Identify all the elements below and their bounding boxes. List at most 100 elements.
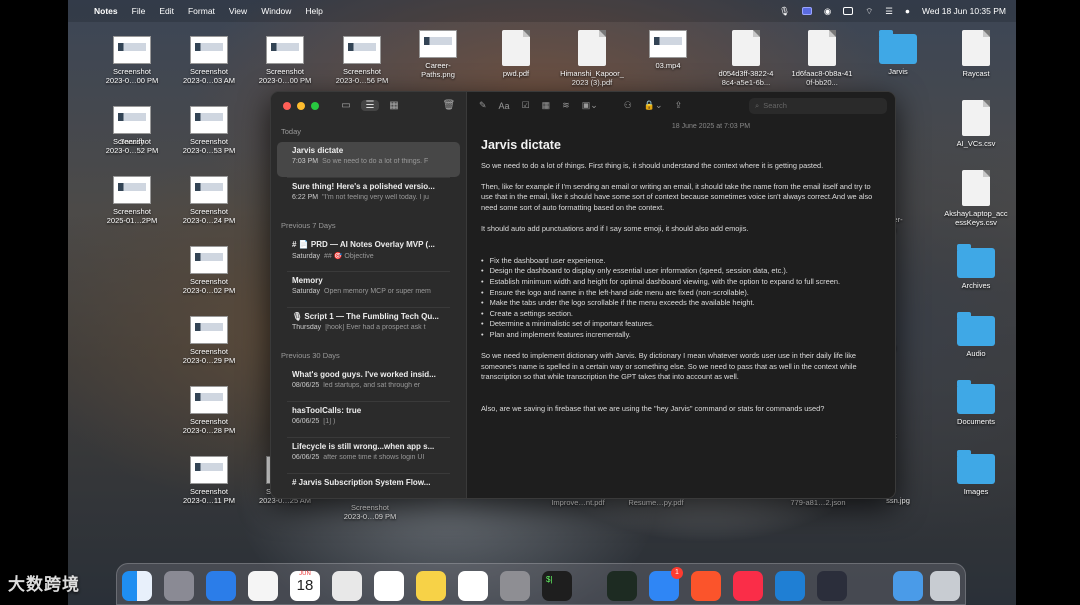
minimize-window-button[interactable] [297,101,305,110]
note-item-time: 06/06/25 [292,454,320,461]
note-list-item[interactable]: What's good guys. I've worked insid... 08… [277,366,460,401]
activity-monitor-icon[interactable] [607,571,637,601]
format-text-icon[interactable]: Aa [499,101,510,111]
desktop-icon[interactable]: Screenshot 2023-0…53 PM [169,106,249,155]
delete-note-icon[interactable]: 🗑 [440,100,458,111]
table-icon[interactable]: ▦ [542,100,551,111]
menu-help[interactable]: Help [305,6,322,16]
menu-window[interactable]: Window [261,6,291,16]
desktop-icon[interactable]: Career- Paths.png [398,30,478,79]
note-item-preview: 06/06/25 after some time it shows login U… [292,454,450,461]
note-body[interactable]: Jarvis dictate So we need to do a lot of… [467,130,895,433]
zoom-window-button[interactable] [311,101,319,110]
desktop-icon[interactable]: Audio [936,312,1016,358]
desktop-icon[interactable]: Raycast [936,30,1016,78]
desktop-icon-label[interactable]: Screenshot 2023-0…09 PM [330,503,410,521]
electron-icon[interactable] [817,571,847,601]
desktop-icon[interactable]: Documents [936,380,1016,426]
settings-icon[interactable] [500,571,530,601]
desktop-icon-label[interactable]: 779-a81…2.json [778,498,858,507]
new-note-icon[interactable]: ✎ [479,100,487,111]
checklist-icon[interactable]: ☑ [522,100,530,111]
desktop-icon[interactable]: AI_VCs.csv [936,100,1016,148]
photos-icon[interactable] [248,571,278,601]
chrome-icon[interactable] [332,571,362,601]
desktop-icon-label[interactable]: Improve…nt.pdf [538,498,618,507]
desktop-icon[interactable]: Screenshot 2023-0…29 PM [169,316,249,365]
note-list-item[interactable]: 🎙 Script 1 — The Fumbling Tech Qu... Thur… [277,308,460,343]
media-icon[interactable]: ▣⌄ [582,100,598,111]
note-item-title: 🎙 Script 1 — The Fumbling Tech Qu... [292,312,439,321]
note-list-item[interactable]: # Jarvis Subscription System Flow... [277,474,460,498]
gallery-view-icon[interactable]: ▦ [385,100,403,111]
desktop-icon[interactable]: d054d3ff-3822-4 8c4-a5e1-6b... [706,30,786,87]
note-item-preview: Saturday Open memory MCP or super mem [292,288,450,295]
screen-record-icon[interactable] [801,7,812,15]
desktop-icon[interactable]: Archives [936,244,1016,290]
menu-clock[interactable]: Wed 18 Jun 10:35 PM [922,6,1006,16]
share-icon[interactable]: ⇪ [675,100,683,111]
desktop-icon[interactable]: AkshayLaptop_acc essKeys.csv [936,170,1016,227]
desktop-icon[interactable]: Screenshot 2023-0…00 PM [245,36,325,85]
status-icon[interactable]: ◉ [824,6,831,17]
note-list-item[interactable]: # 📄 PRD — AI Notes Overlay MVP (... Satur… [277,236,460,271]
search-field[interactable]: ⌕ Search [749,97,887,114]
trash-icon[interactable] [930,571,960,601]
desktop-icon[interactable]: 03.mp4 [628,30,708,70]
launchpad-icon[interactable] [164,571,194,601]
freeform-icon[interactable] [458,571,488,601]
folder-icon [957,450,995,484]
desktop-icon[interactable]: pwd.pdf [476,30,556,78]
note-list-item[interactable]: Memory Saturday Open memory MCP or super m… [277,272,460,307]
collaborate-icon[interactable]: ⚇ [624,100,632,111]
close-window-button[interactable] [283,101,291,110]
terminal-icon[interactable]: $| [542,571,572,601]
menu-view[interactable]: View [229,6,247,16]
notes-icon[interactable] [416,571,446,601]
siri-icon[interactable]: ● [905,6,910,16]
note-paragraph: Also, are we saving in firebase that we … [481,403,825,413]
desktop-icon[interactable]: Screenshot 2023-0…52 PM [92,106,172,155]
wifi-icon[interactable]: ⌔ [865,6,873,17]
desktop-icon[interactable]: Screenshot 2023-0…28 PM [169,386,249,435]
desktop-icon[interactable]: Screenshot 2023-0…00 PM [92,36,172,85]
desktop-icon[interactable]: Screenshot 2023-0…11 PM [169,456,249,505]
downloads-icon[interactable] [893,571,923,601]
folder-icon [957,244,995,278]
menu-file[interactable]: File [132,6,146,16]
toggle-sidebar-icon[interactable]: ▭ [337,100,355,111]
finder-icon[interactable] [122,571,152,601]
menu-format[interactable]: Format [188,6,215,16]
note-list-item[interactable]: Jarvis dictate 7:03 PM So we need to do a … [277,142,460,177]
note-list-item[interactable]: Lifecycle is still wrong...when app s...… [277,438,460,473]
desktop-icon[interactable]: Screenshot 2023-0…24 PM [169,176,249,225]
menu-app-name[interactable]: Notes [94,6,118,16]
desktop-icon[interactable]: Screenshot 2023-0…02 PM [169,246,249,295]
desktop-icon[interactable]: 1d6faac8-0b8a-41 0f-bb20... [782,30,862,87]
battery-icon[interactable] [843,7,854,15]
desktop-icon[interactable]: Screenshot 2023-0…03 AM [169,36,249,85]
audio-icon[interactable]: ≋ [562,100,570,111]
note-list-item[interactable]: hasToolCalls: true 06/06/25 [1] ) [277,402,460,437]
desktop-icon[interactable]: Himanshi_Kapoor_ 2023 (3).pdf [552,30,632,87]
desktop-icon-label[interactable]: Resume…py.pdf [616,498,696,507]
image-thumbnail-icon [343,36,381,64]
music-icon[interactable] [733,571,763,601]
brave-icon[interactable] [691,571,721,601]
desktop-icon[interactable]: Screenshot 2023-0…56 PM [322,36,402,85]
menu-edit[interactable]: Edit [159,6,174,16]
control-center-icon[interactable]: ☰ [885,6,893,17]
mail-icon[interactable]: 1 [649,567,683,601]
reminders-icon[interactable] [374,571,404,601]
calendar-icon[interactable]: JUN 18 [290,571,320,601]
lock-icon[interactable]: 🔒⌄ [644,100,663,111]
desktop-icon[interactable]: Screenshot 2025-01…2PM [92,176,172,225]
vscode-icon[interactable] [775,571,805,601]
note-item-preview: Thursday [hook] Ever had a prospect ask t [292,324,450,331]
desktop-icon[interactable]: Images [936,450,1016,496]
microphone-icon[interactable]: 🎙 [779,6,790,17]
list-view-icon[interactable]: ☰ [361,100,379,111]
note-list-item[interactable]: Sure thing! Here's a polished versio... 6… [277,178,460,213]
safari-icon[interactable] [206,571,236,601]
desktop-icon[interactable]: Jarvis [858,30,938,76]
